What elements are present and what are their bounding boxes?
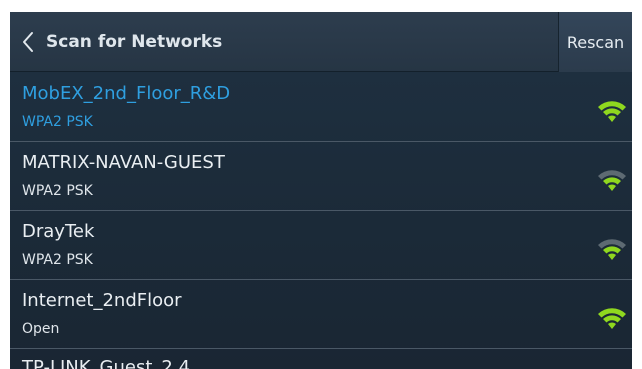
network-row[interactable]: MobEX_2nd_Floor_R&D WPA2 PSK	[10, 73, 632, 142]
network-name: MobEX_2nd_Floor_R&D	[22, 83, 231, 104]
network-security: WPA2 PSK	[22, 183, 93, 199]
wifi-signal-icon	[598, 308, 626, 329]
network-security: WPA2 PSK	[22, 114, 93, 130]
header-bar: Scan for Networks Rescan	[10, 12, 632, 72]
network-name: TP-LINK_Guest_2.4	[22, 357, 191, 369]
network-row[interactable]: MATRIX-NAVAN-GUEST WPA2 PSK	[10, 142, 632, 211]
network-list: MobEX_2nd_Floor_R&D WPA2 PSK MATRIX-NAVA…	[10, 73, 632, 369]
wifi-signal-icon	[598, 239, 626, 260]
chevron-left-icon[interactable]	[10, 12, 46, 72]
wifi-signal-icon	[598, 170, 626, 191]
network-name: MATRIX-NAVAN-GUEST	[22, 152, 225, 173]
network-security: Open	[22, 321, 60, 337]
network-row[interactable]: TP-LINK_Guest_2.4	[10, 349, 632, 369]
wifi-scan-screen: Scan for Networks Rescan MobEX_2nd_Floor…	[10, 12, 632, 369]
network-row[interactable]: DrayTek WPA2 PSK	[10, 211, 632, 280]
network-name: Internet_2ndFloor	[22, 290, 182, 311]
rescan-button[interactable]: Rescan	[558, 12, 632, 72]
network-row[interactable]: Internet_2ndFloor Open	[10, 280, 632, 349]
network-name: DrayTek	[22, 221, 95, 242]
page-title: Scan for Networks	[46, 32, 223, 52]
back-button[interactable]: Scan for Networks	[10, 12, 558, 72]
network-security: WPA2 PSK	[22, 252, 93, 268]
wifi-signal-icon	[598, 101, 626, 122]
